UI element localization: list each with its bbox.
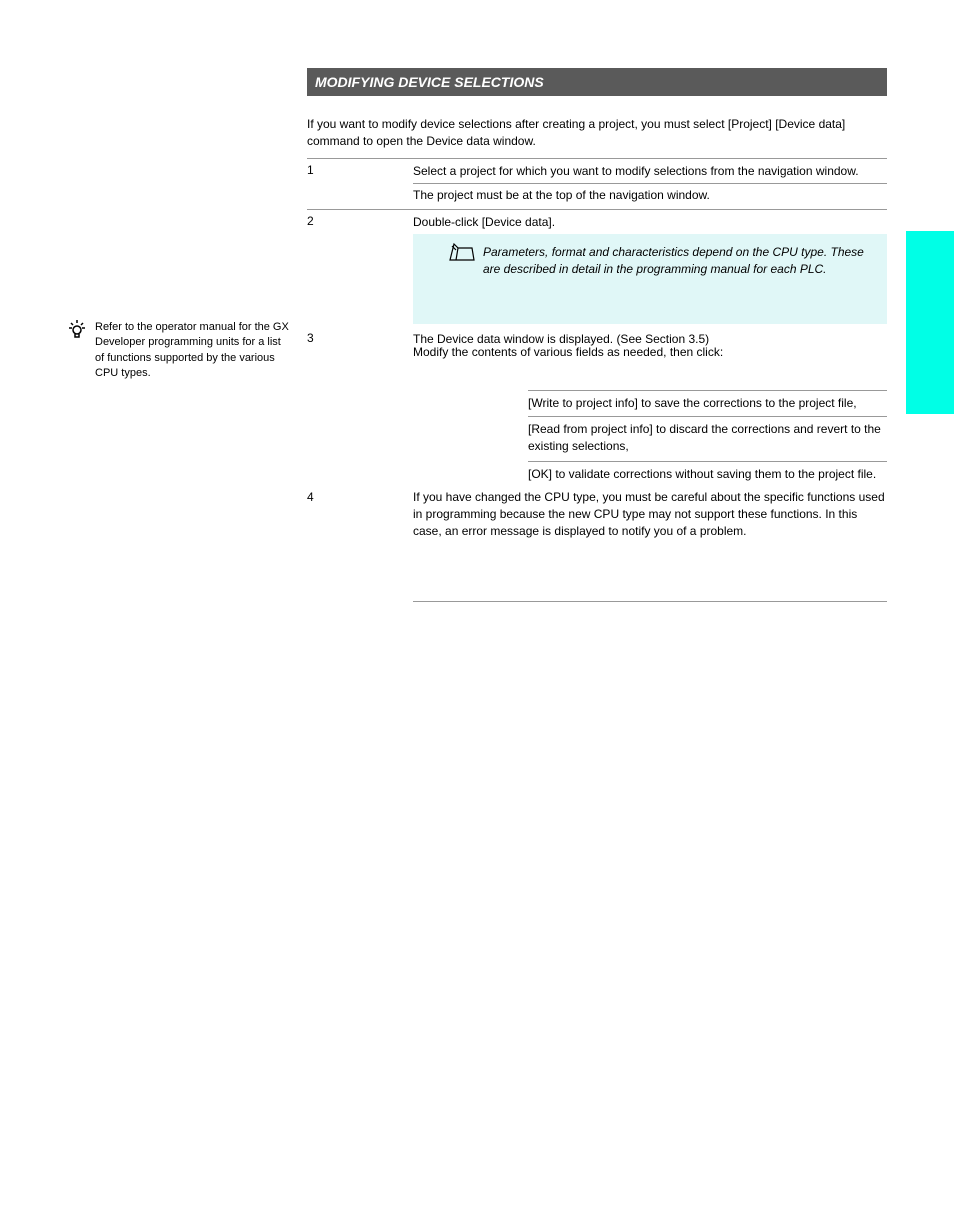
step-3-option-b-text: [Read from project info] to discard the …	[528, 422, 881, 453]
lightbulb-icon	[66, 318, 88, 340]
intro-paragraph: If you want to modify device selections …	[307, 116, 887, 151]
step-4: 4 If you have changed the CPU type, you …	[307, 489, 887, 539]
step-3-option-a-text: [Write to project info] to save the corr…	[528, 396, 857, 410]
section-header: MODIFYING DEVICE SELECTIONS	[307, 68, 887, 96]
step-2-number: 2	[307, 214, 413, 231]
step-2: 2 Double-click [Device data].	[307, 209, 887, 231]
tip-content: Refer to the operator manual for the GX …	[95, 321, 289, 379]
step-3-number: 3	[307, 331, 413, 348]
step-3-desc-text: Modify the contents of various fields as…	[413, 345, 723, 359]
step-3-option-c-text: [OK] to validate corrections without sav…	[528, 467, 876, 481]
intro-text: If you want to modify device selections …	[307, 117, 845, 148]
note-text: Parameters, format and characteristics d…	[483, 245, 864, 276]
paragraph-5	[413, 589, 887, 608]
side-tab	[906, 231, 954, 414]
step-4-number: 4	[307, 489, 413, 539]
step-3-option-a: [Write to project info] to save the corr…	[528, 390, 887, 412]
divider	[413, 601, 887, 602]
step-3-option-b: [Read from project info] to discard the …	[528, 416, 887, 455]
step-2-text: Double-click [Device data].	[413, 214, 887, 231]
note-icon	[448, 242, 476, 262]
step-1-number: 1	[307, 163, 413, 180]
step-3-option-c: [OK] to validate corrections without sav…	[528, 461, 887, 483]
step-1-sub-text: The project must be at the top of the na…	[413, 188, 710, 202]
step-4-text: If you have changed the CPU type, you mu…	[413, 489, 887, 539]
tip-text: Refer to the operator manual for the GX …	[95, 320, 290, 382]
step-1: 1 Select a project for which you want to…	[307, 158, 887, 180]
step-3-desc: Modify the contents of various fields as…	[413, 344, 887, 361]
step-1-text: Select a project for which you want to m…	[413, 163, 887, 180]
note-box: Parameters, format and characteristics d…	[413, 234, 887, 324]
step-1-sub: The project must be at the top of the na…	[413, 183, 887, 202]
header-text: MODIFYING DEVICE SELECTIONS	[315, 74, 544, 90]
